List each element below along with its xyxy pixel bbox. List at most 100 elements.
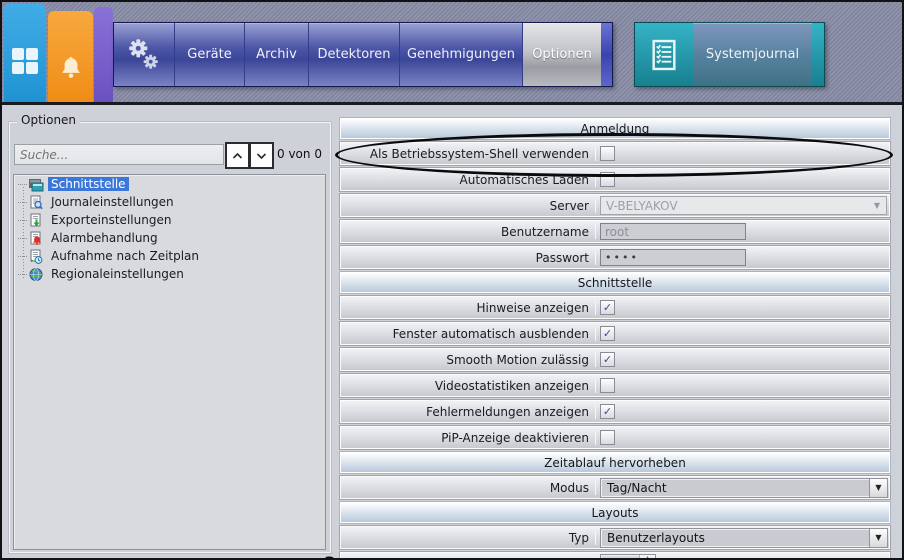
options-groupbox-title: Optionen [17,113,80,127]
row-typ: Typ Benutzerlayouts ▼ [340,526,890,549]
tree-item-schnittstelle[interactable]: Schnittstelle [18,175,325,193]
tab-label: Archiv [256,47,297,62]
tab-detektoren[interactable]: Detektoren [308,23,399,86]
row-autoload: Automatisches Laden [340,168,890,191]
errors-checkbox[interactable] [600,404,615,419]
password-field[interactable] [600,249,746,266]
layout-typ-dropdown[interactable]: Benutzerlayouts ▼ [600,528,888,548]
chevron-up-icon [232,152,243,160]
tab-genehmigungen[interactable]: Genehmigungen [399,23,522,86]
interface-icon [28,177,44,192]
top-toolbar: Geräte Archiv Detektoren Genehmigungen O… [2,2,902,105]
row-username: Benutzername [340,220,890,243]
dropdown-arrow-icon: ▼ [874,201,880,210]
journal-end-strip [812,23,824,86]
tree-item-alarmbehandlung[interactable]: Alarmbehandlung [18,229,325,247]
dropdown-arrow-icon[interactable]: ▼ [869,529,887,547]
search-match-count: 0 von 0 [277,147,322,161]
fenster-checkbox[interactable] [600,326,615,341]
options-groupbox: Optionen 0 von 0 [8,121,332,554]
tab-archiv[interactable]: Archiv [244,23,308,86]
section-header-schnittstelle: Schnittstelle [340,272,890,293]
tab-label: Detektoren [318,47,391,62]
layouts-tile[interactable] [94,7,113,102]
modus-dropdown[interactable]: Tag/Nacht ▼ [600,478,888,498]
videostats-checkbox[interactable] [600,378,615,393]
row-smooth-motion: Smooth Motion zulässig [340,348,890,371]
journal-settings-icon [28,195,44,210]
row-label: Passwort [341,251,596,265]
pip-checkbox[interactable] [600,430,615,445]
journal-icon [649,38,679,72]
row-label: Automatisches Laden [341,173,596,187]
section-header-zeitablauf: Zeitablauf hervorheben [340,452,890,473]
listing-time-stepper[interactable]: 3 ▲ ▼ [600,554,656,560]
alarm-handling-icon [28,231,44,246]
row-modus: Modus Tag/Nacht ▼ [340,476,890,499]
smooth-motion-checkbox[interactable] [600,352,615,367]
windows-grid-icon [12,48,38,74]
tab-geraete[interactable]: Geräte [174,23,244,86]
spin-up-icon[interactable]: ▲ [640,555,655,560]
tree-item-aufnahme-nach-zeitplan[interactable]: Aufnahme nach Zeitplan [18,247,325,265]
tab-label: Geräte [187,47,231,62]
search-next-button[interactable] [250,142,274,169]
gears-icon [123,33,165,77]
section-header-layouts: Layouts [340,502,890,523]
regional-settings-icon [28,267,44,282]
row-label: Modus [341,481,596,495]
export-settings-icon [28,213,44,228]
row-auflistungszeit: Auflistungszeit, s 3 ▲ ▼ [340,552,890,560]
row-videostatistiken: Videostatistiken anzeigen [340,374,890,397]
row-label: Server [341,199,596,213]
systemjournal-button[interactable]: Systemjournal [634,22,825,87]
row-label: PiP-Anzeige deaktivieren [341,431,596,445]
chevron-down-icon [256,152,267,160]
journal-icon-cell [635,23,693,86]
row-fenster: Fenster automatisch ausblenden [340,322,890,345]
tree-item-exporteinstellungen[interactable]: Exporteinstellungen [18,211,325,229]
tab-label: Optionen [532,47,592,62]
shell-checkbox[interactable] [600,146,615,161]
alarm-tile[interactable] [48,11,93,102]
autoload-checkbox[interactable] [600,172,615,187]
main-menu-tile[interactable] [4,4,46,102]
row-label: Benutzername [341,225,596,239]
bell-icon [57,53,85,83]
settings-panel: Anmeldung Als Betriebssystem-Shell verwe… [340,118,890,560]
row-label: Typ [341,531,596,545]
settings-gears-button[interactable] [114,23,174,86]
section-header-anmeldung: Anmeldung [340,118,890,139]
row-pip: PiP-Anzeige deaktivieren [340,426,890,449]
tabbar-end-strip [601,23,612,86]
tab-label: Genehmigungen [407,47,515,62]
settings-tab-bar: Geräte Archiv Detektoren Genehmigungen O… [113,22,613,87]
row-label: Fenster automatisch ausblenden [341,327,596,341]
row-shell: Als Betriebssystem-Shell verwenden [340,142,890,165]
row-label: Fehlermeldungen anzeigen [341,405,596,419]
search-prev-button[interactable] [225,142,250,169]
row-label: Smooth Motion zulässig [341,353,596,367]
search-input[interactable] [14,144,224,165]
row-password: Passwort [340,246,890,269]
app-window: Geräte Archiv Detektoren Genehmigungen O… [0,0,904,560]
row-label: Als Betriebssystem-Shell verwenden [341,147,596,161]
options-tree: Schnittstelle Journaleinstellungen [13,174,326,550]
dropdown-arrow-icon[interactable]: ▼ [869,479,887,497]
systemjournal-label: Systemjournal [706,47,799,62]
row-label: Hinweise anzeigen [341,301,596,315]
username-field[interactable] [600,223,746,240]
server-dropdown[interactable]: V-BELYAKOV ▼ [600,196,887,215]
callout-number-annotation: 3 [324,554,336,560]
tab-optionen[interactable]: Optionen [522,23,601,86]
row-label: Auflistungszeit, s [341,557,596,560]
row-server: Server V-BELYAKOV ▼ [340,194,890,217]
row-fehlermeldungen: Fehlermeldungen anzeigen [340,400,890,423]
tree-item-regionaleinstellungen[interactable]: Regionaleinstellungen [18,265,325,283]
content-area: Optionen 0 von 0 [2,105,902,558]
row-hinweise: Hinweise anzeigen [340,296,890,319]
hinweise-checkbox[interactable] [600,300,615,315]
row-label: Videostatistiken anzeigen [341,379,596,393]
tree-connector-line [23,187,24,279]
tree-item-journaleinstellungen[interactable]: Journaleinstellungen [18,193,325,211]
